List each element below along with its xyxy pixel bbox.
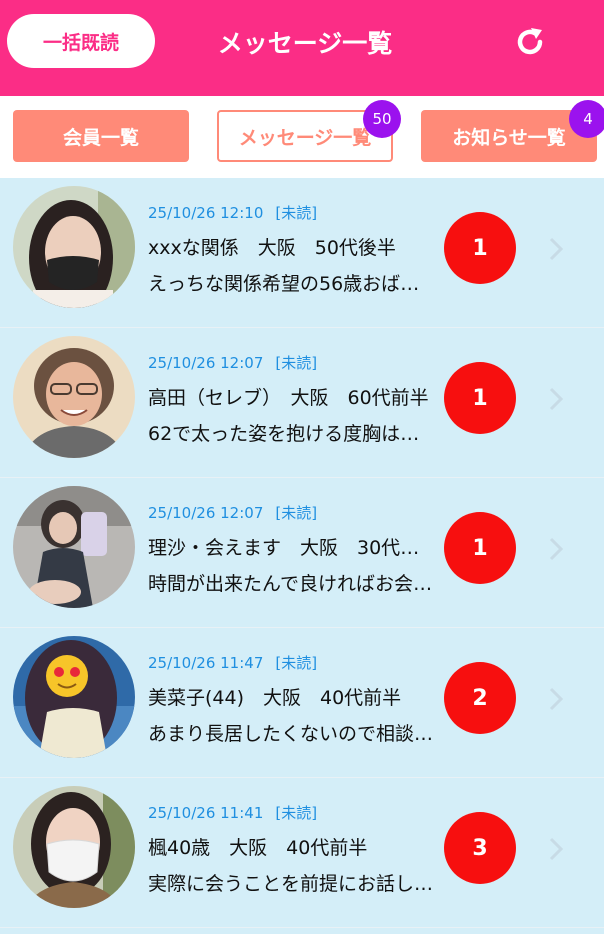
sender-line: 高田（セレブ） 大阪 60代前半	[148, 387, 429, 409]
chevron-right-icon	[549, 237, 564, 261]
message-preview: 時間が出来たんで良ければお会いしませんか	[148, 573, 438, 595]
message-row[interactable]: 25/10/26 12:10 [未読] xxxな関係 大阪 50代後半 えっちな関…	[0, 178, 604, 328]
timestamp: 25/10/26 12:07	[148, 504, 264, 522]
message-row[interactable]: 25/10/26 11:41 [未読] 楓40歳 大阪 40代前半 実際に会うこと…	[0, 778, 604, 928]
tab-bar: 会員一覧 メッセージ一覧 50 お知らせ一覧 4	[0, 96, 604, 178]
sender-line: 理沙・会えます 大阪 30代前半	[148, 537, 438, 559]
avatar	[13, 336, 135, 458]
refresh-button[interactable]	[506, 20, 554, 64]
message-meta: 25/10/26 12:07 [未読]	[148, 502, 317, 523]
message-preview: えっちな関係希望の56歳おばさんです	[148, 273, 438, 295]
chevron-right-icon	[549, 537, 564, 561]
avatar	[13, 486, 135, 608]
refresh-icon	[517, 28, 543, 55]
sender-line: 美菜子(44) 大阪 40代前半	[148, 687, 402, 709]
unread-count-badge: 1	[444, 512, 516, 584]
messages-count-badge: 50	[363, 100, 401, 138]
message-preview: 実際に会うことを前提にお話ししたいです	[148, 873, 438, 895]
read-status: [未読]	[275, 204, 318, 222]
sender-line: xxxな関係 大阪 50代後半	[148, 237, 396, 259]
notices-count-badge: 4	[569, 100, 604, 138]
timestamp: 25/10/26 11:41	[148, 804, 264, 822]
unread-count-badge: 1	[444, 212, 516, 284]
message-meta: 25/10/26 11:41 [未読]	[148, 802, 317, 823]
read-status: [未読]	[275, 654, 318, 672]
avatar	[13, 786, 135, 908]
mark-all-read-button[interactable]: 一括既読	[7, 14, 155, 68]
timestamp: 25/10/26 11:47	[148, 654, 264, 672]
message-meta: 25/10/26 11:47 [未読]	[148, 652, 317, 673]
message-meta: 25/10/26 12:10 [未読]	[148, 202, 317, 223]
app-header: 一括既読 メッセージ一覧	[0, 0, 604, 96]
message-row[interactable]: 25/10/26 12:07 [未読] 理沙・会えます 大阪 30代前半 時間が出…	[0, 478, 604, 628]
sender-line: 楓40歳 大阪 40代前半	[148, 837, 368, 859]
timestamp: 25/10/26 12:07	[148, 354, 264, 372]
tab-members[interactable]: 会員一覧	[13, 110, 189, 162]
read-status: [未読]	[275, 804, 318, 822]
message-row[interactable]: 25/10/26 11:47 [未読] 美菜子(44) 大阪 40代前半 あまり長…	[0, 628, 604, 778]
unread-count-badge: 1	[444, 362, 516, 434]
read-status: [未読]	[275, 504, 318, 522]
unread-count-badge: 2	[444, 662, 516, 734]
read-status: [未読]	[275, 354, 318, 372]
chevron-right-icon	[549, 387, 564, 411]
unread-count-badge: 3	[444, 812, 516, 884]
chevron-right-icon	[549, 837, 564, 861]
message-preview: 62で太った姿を抱ける度胸はありますか	[148, 423, 438, 445]
message-preview: あまり長居したくないので相談させてください	[148, 723, 438, 745]
timestamp: 25/10/26 12:10	[148, 204, 264, 222]
message-meta: 25/10/26 12:07 [未読]	[148, 352, 317, 373]
message-list: 25/10/26 12:10 [未読] xxxな関係 大阪 50代後半 えっちな関…	[0, 178, 604, 928]
page-title: メッセージ一覧	[217, 29, 393, 58]
avatar	[13, 186, 135, 308]
message-row[interactable]: 25/10/26 12:07 [未読] 高田（セレブ） 大阪 60代前半 62で太…	[0, 328, 604, 478]
chevron-right-icon	[549, 687, 564, 711]
avatar	[13, 636, 135, 758]
